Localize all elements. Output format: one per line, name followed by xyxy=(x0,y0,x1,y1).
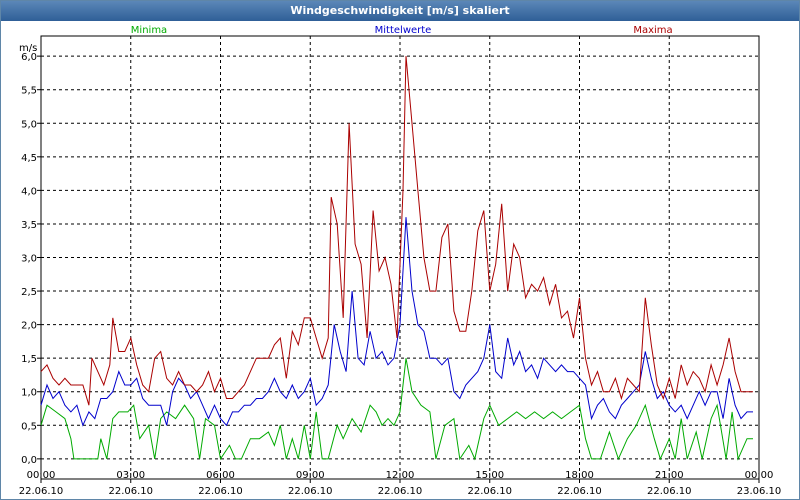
y-tick-label: 4,0 xyxy=(21,186,37,197)
x-tick-time-label: 00:00 xyxy=(745,470,774,481)
y-tick-label: 0,5 xyxy=(21,421,37,432)
y-tick-label: 4,5 xyxy=(21,153,37,164)
y-tick-label: 3,5 xyxy=(21,220,37,231)
x-tick-time-label: 21:00 xyxy=(655,470,684,481)
chart-title: Windgeschwindigkeit [m/s] skaliert xyxy=(1,1,799,21)
y-tick-label: 0,0 xyxy=(21,455,37,466)
legend-entry-minima: Minima xyxy=(131,25,167,36)
y-axis-label: m/s xyxy=(19,43,37,54)
y-tick-label: 2,5 xyxy=(21,287,37,298)
y-axis: 0,00,51,01,52,02,53,03,54,04,55,05,56,0 xyxy=(21,52,41,466)
x-tick-time-label: 06:00 xyxy=(206,470,235,481)
x-tick-date-label: 22.06.10 xyxy=(378,486,423,497)
y-tick-label: 3,0 xyxy=(21,254,37,265)
x-tick-date-label: 22.06.10 xyxy=(198,486,243,497)
x-tick-date-label: 22.06.10 xyxy=(467,486,512,497)
x-tick-date-label: 22.06.10 xyxy=(108,486,153,497)
y-tick-label: 1,0 xyxy=(21,388,37,399)
y-tick-label: 5,0 xyxy=(21,119,37,130)
x-tick-time-label: 09:00 xyxy=(296,470,325,481)
x-tick-time-label: 18:00 xyxy=(565,470,594,481)
legend-entry-mittelwerte: Mittelwerte xyxy=(375,25,432,36)
y-tick-label: 2,0 xyxy=(21,321,37,332)
x-tick-time-label: 00:00 xyxy=(27,470,56,481)
x-tick-date-label: 22.06.10 xyxy=(288,486,333,497)
line-chart: 0,00,51,01,52,02,53,03,54,04,55,05,56,0 … xyxy=(19,25,782,497)
x-tick-date-label: 22.06.10 xyxy=(19,486,64,497)
x-tick-time-label: 15:00 xyxy=(475,470,504,481)
y-tick-label: 1,5 xyxy=(21,354,37,365)
chart-window: Windgeschwindigkeit [m/s] skaliert 0,0 0,… xyxy=(0,0,800,500)
x-tick-date-label: 22.06.10 xyxy=(647,486,692,497)
x-tick-date-label: 22.06.10 xyxy=(557,486,602,497)
x-tick-time-label: 12:00 xyxy=(386,470,415,481)
x-tick-date-label: 23.06.10 xyxy=(737,486,782,497)
x-axis: 00:00 22.06.10 03:00 22.06.10 06:00 22.06.10 0… xyxy=(19,470,782,497)
legend: Minima Mittelwerte Maxima xyxy=(131,25,673,36)
y-tick-label: 5,5 xyxy=(21,86,37,97)
legend-entry-maxima: Maxima xyxy=(633,25,672,36)
x-tick-time-label: 03:00 xyxy=(116,470,145,481)
